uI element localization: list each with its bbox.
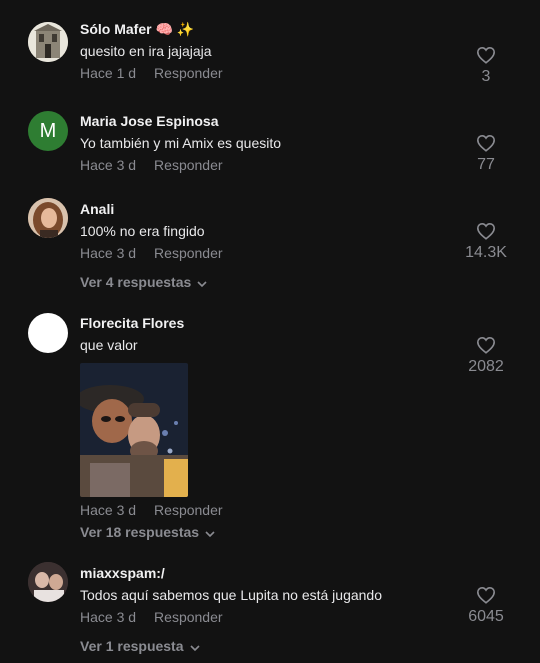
comment-meta: Hace 3 d Responder [80, 244, 460, 262]
like-count: 2082 [468, 358, 504, 375]
like-button[interactable]: 2082 [456, 336, 516, 376]
comment-text: Yo también y mi Amix es quesito [80, 135, 282, 151]
comment-time: Hace 1 d [80, 65, 137, 81]
comment-time: Hace 3 d [80, 245, 137, 261]
avatar[interactable] [28, 562, 68, 602]
comment-text: Todos aquí sabemos que Lupita no está ju… [80, 587, 383, 603]
profile-photo-icon [28, 562, 68, 602]
comment-meta: Hace 3 d Responder [80, 156, 460, 174]
like-count: 3 [481, 68, 491, 85]
avatar[interactable] [28, 198, 68, 238]
like-count: 6045 [468, 608, 504, 625]
like-button[interactable]: 77 [456, 134, 516, 174]
view-replies-button[interactable]: Ver 4 respuestas [80, 274, 207, 291]
reply-button[interactable]: Responder [154, 65, 223, 81]
avatar[interactable] [28, 313, 68, 353]
like-count: 77 [477, 156, 495, 173]
avatar[interactable]: M [28, 111, 68, 151]
comment-time: Hace 3 d [80, 502, 137, 518]
chevron-down-icon [197, 275, 207, 291]
reply-button[interactable]: Responder [154, 609, 223, 625]
building-photo-icon [28, 22, 68, 62]
reply-button[interactable]: Responder [154, 157, 223, 173]
comment-time: Hace 3 d [80, 609, 137, 625]
comment-text: que valor [80, 337, 138, 353]
avatar[interactable] [28, 22, 68, 62]
like-button[interactable]: 6045 [456, 586, 516, 626]
selfie-photo-icon [80, 363, 188, 497]
view-replies-label: Ver 1 respuesta [80, 638, 184, 654]
like-button[interactable]: 3 [456, 46, 516, 86]
comment-meta: Hace 1 d Responder [80, 64, 460, 82]
reply-button[interactable]: Responder [154, 245, 223, 261]
view-replies-label: Ver 4 respuestas [80, 274, 192, 290]
heart-outline-icon [476, 586, 496, 604]
like-button[interactable]: 14.3K [456, 222, 516, 262]
comment-meta: Hace 3 d Responder [80, 608, 460, 626]
comment-time: Hace 3 d [80, 157, 137, 173]
view-replies-button[interactable]: Ver 1 respuesta [80, 638, 200, 655]
heart-outline-icon [476, 134, 496, 152]
comment-image[interactable] [80, 363, 188, 497]
avatar-letter: M [39, 120, 57, 142]
reply-button[interactable]: Responder [154, 502, 223, 518]
view-replies-button[interactable]: Ver 18 respuestas [80, 524, 215, 541]
comment-text: 100% no era fingido [80, 223, 205, 239]
view-replies-label: Ver 18 respuestas [80, 524, 200, 540]
comment-author[interactable]: Florecita Flores [80, 314, 460, 332]
comment-meta: Hace 3 d Responder [80, 501, 460, 519]
chevron-down-icon [189, 639, 200, 655]
heart-outline-icon [476, 336, 496, 354]
comment-author[interactable]: miaxxspam:/ [80, 564, 460, 582]
comment-text: quesito en ira jajajaja [80, 43, 212, 59]
like-count: 14.3K [465, 244, 507, 261]
comment-author[interactable]: Maria Jose Espinosa [80, 112, 460, 130]
comment-author[interactable]: Anali [80, 200, 460, 218]
chevron-down-icon [205, 525, 215, 541]
comment-author[interactable]: Sólo Mafer 🧠 ✨ [80, 20, 460, 38]
profile-photo-icon [28, 198, 68, 238]
heart-outline-icon [476, 46, 496, 64]
heart-outline-icon [476, 222, 496, 240]
